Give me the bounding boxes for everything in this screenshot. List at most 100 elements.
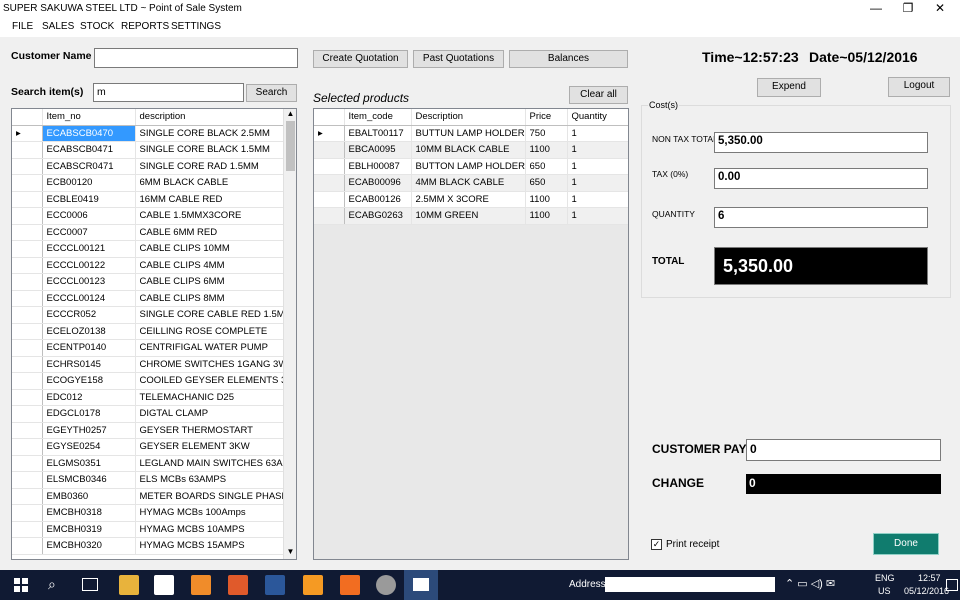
description-cell[interactable]: 10MM BLACK CABLE	[411, 141, 526, 159]
item-no-cell[interactable]: ECC0007	[42, 224, 136, 241]
scroll-thumb[interactable]	[286, 121, 295, 171]
xampp-icon[interactable]	[340, 575, 360, 595]
description-cell[interactable]: ELS MCBs 63AMPS	[135, 471, 285, 489]
description-cell[interactable]: SINGLE CORE BLACK 1.5MM	[135, 141, 285, 159]
address-input[interactable]	[605, 577, 775, 592]
item-no-cell[interactable]: ECABSCB0471	[42, 141, 136, 159]
minimize-button[interactable]: —	[860, 0, 892, 17]
maximize-button[interactable]: ❐	[892, 0, 924, 17]
description-cell[interactable]: METER BOARDS SINGLE PHASE	[135, 488, 285, 505]
description-cell[interactable]: 10MM GREEN	[411, 207, 526, 225]
row-header[interactable]	[12, 257, 43, 274]
price-cell[interactable]: 650	[525, 158, 568, 175]
table-row[interactable]: ECENTP0140 CENTRIFIGAL WATER PUMP	[12, 339, 285, 357]
menu-file[interactable]: FILE	[12, 21, 33, 32]
print-receipt-checkbox[interactable]: ✓	[651, 539, 662, 550]
row-header[interactable]	[12, 405, 43, 423]
description-cell[interactable]: HYMAG MCBS 15AMPS	[135, 537, 285, 555]
table-row[interactable]: ECAB00096 4MM BLACK CABLE 650 1	[314, 174, 628, 192]
notification-icon[interactable]	[946, 579, 958, 591]
item-code-cell[interactable]: ECAB00096	[344, 174, 412, 192]
item-no-cell[interactable]: ECHRS0145	[42, 356, 136, 373]
row-header[interactable]	[12, 306, 43, 324]
table-row[interactable]: ECAB00126 2.5MM X 3CORE 1100 1	[314, 191, 628, 208]
item-no-cell[interactable]: ECCCL00123	[42, 273, 136, 291]
item-code-cell[interactable]: EBALT00117	[344, 125, 412, 142]
description-cell[interactable]: CABLE CLIPS 6MM	[135, 273, 285, 291]
scroll-up-icon[interactable]: ▲	[285, 109, 296, 121]
tray-icons[interactable]: ⌃ ▭ ◁) ✉	[785, 577, 835, 590]
table-row[interactable]: ▸ EBALT00117 BUTTUN LAMP HOLDERS 750 1	[314, 125, 628, 142]
menu-sales[interactable]: SALES	[42, 21, 74, 32]
app3-icon[interactable]	[376, 575, 396, 595]
table-row[interactable]: EMCBH0320 HYMAG MCBS 15AMPS	[12, 537, 285, 555]
row-header[interactable]	[12, 422, 43, 439]
item-no-cell[interactable]: EMCBH0320	[42, 537, 136, 555]
file-explorer-icon[interactable]	[119, 575, 139, 595]
pos-app-taskbar-button[interactable]	[404, 570, 438, 600]
table-row[interactable]: ECC0006 CABLE 1.5MMX3CORE	[12, 207, 285, 225]
row-header[interactable]	[12, 224, 43, 241]
description-cell[interactable]: DIGTAL CLAMP	[135, 405, 285, 423]
description-cell[interactable]: CENTRIFIGAL WATER PUMP	[135, 339, 285, 357]
table-row[interactable]: ECC0007 CABLE 6MM RED	[12, 224, 285, 241]
item-no-cell[interactable]: ECOGYE158	[42, 372, 136, 390]
description-cell[interactable]: 2.5MM X 3CORE	[411, 191, 526, 208]
scroll-down-icon[interactable]: ▼	[285, 547, 296, 559]
row-header[interactable]	[12, 521, 43, 538]
store-icon[interactable]	[154, 575, 174, 595]
row-header[interactable]	[12, 323, 43, 340]
table-row[interactable]: EBCA0095 10MM BLACK CABLE 1100 1	[314, 141, 628, 159]
table-row[interactable]: EMB0360 METER BOARDS SINGLE PHASE	[12, 488, 285, 505]
row-header[interactable]	[12, 356, 43, 373]
row-header[interactable]	[314, 141, 345, 159]
region-indicator[interactable]: US	[878, 586, 891, 596]
description-cell[interactable]: CEILLING ROSE COMPLETE	[135, 323, 285, 340]
menu-stock[interactable]: STOCK	[80, 21, 114, 32]
table-row[interactable]: ECABSCB0471 SINGLE CORE BLACK 1.5MM	[12, 141, 285, 159]
item-no-cell[interactable]: ECABSCB0470	[42, 125, 136, 142]
start-icon[interactable]	[14, 578, 28, 592]
close-button[interactable]: ✕	[924, 0, 956, 17]
column-header-quantity[interactable]: Quantity	[567, 109, 628, 126]
table-row[interactable]: EGEYTH0257 GEYSER THERMOSTART	[12, 422, 285, 439]
table-row[interactable]: ECABG0263 10MM GREEN 1100 1	[314, 207, 628, 225]
description-cell[interactable]: GEYSER ELEMENT 3KW	[135, 438, 285, 456]
item-no-cell[interactable]: EGEYTH0257	[42, 422, 136, 439]
description-cell[interactable]: CABLE CLIPS 8MM	[135, 290, 285, 307]
column-header-description[interactable]: Description	[411, 109, 526, 126]
quantity-cell[interactable]: 1	[567, 141, 628, 159]
description-cell[interactable]: SINGLE CORE RAD 1.5MM	[135, 158, 285, 175]
done-button[interactable]: Done	[873, 533, 939, 555]
quantity-cell[interactable]: 1	[567, 125, 628, 142]
item-code-cell[interactable]: ECAB00126	[344, 191, 412, 208]
item-no-cell[interactable]: ECABSCR0471	[42, 158, 136, 175]
app-icon[interactable]	[191, 575, 211, 595]
description-cell[interactable]: CABLE CLIPS 10MM	[135, 240, 285, 258]
row-header[interactable]	[12, 438, 43, 456]
clear-all-button[interactable]: Clear all	[569, 86, 628, 104]
table-row[interactable]: ECELOZ0138 CEILLING ROSE COMPLETE	[12, 323, 285, 340]
item-code-cell[interactable]: ECABG0263	[344, 207, 412, 225]
search-button[interactable]: Search	[246, 84, 297, 102]
row-header[interactable]	[12, 471, 43, 489]
column-header-price[interactable]: Price	[525, 109, 568, 126]
table-row[interactable]: ECABSCR0471 SINGLE CORE RAD 1.5MM	[12, 158, 285, 175]
description-cell[interactable]: 16MM CABLE RED	[135, 191, 285, 208]
row-header[interactable]	[12, 141, 43, 159]
menu-settings[interactable]: SETTINGS	[171, 21, 221, 32]
search-input[interactable]: m	[93, 83, 244, 102]
description-cell[interactable]: CABLE 1.5MMX3CORE	[135, 207, 285, 225]
table-row[interactable]: ELSMCB0346 ELS MCBs 63AMPS	[12, 471, 285, 489]
description-cell[interactable]: BUTTON LAMP HOLDERS	[411, 158, 526, 175]
search-icon[interactable]: ⌕	[48, 576, 56, 593]
quantity-cell[interactable]: 1	[567, 191, 628, 208]
create-quotation-button[interactable]: Create Quotation	[313, 50, 408, 68]
row-header[interactable]: ▸	[12, 125, 43, 142]
description-cell[interactable]: BUTTUN LAMP HOLDERS	[411, 125, 526, 142]
row-header[interactable]	[314, 174, 345, 192]
table-row[interactable]: EMCBH0319 HYMAG MCBS 10AMPS	[12, 521, 285, 538]
price-cell[interactable]: 1100	[525, 207, 568, 225]
table-row[interactable]: ECCCR052 SINGLE CORE CABLE RED 1.5MM	[12, 306, 285, 324]
item-no-cell[interactable]: ECC0006	[42, 207, 136, 225]
